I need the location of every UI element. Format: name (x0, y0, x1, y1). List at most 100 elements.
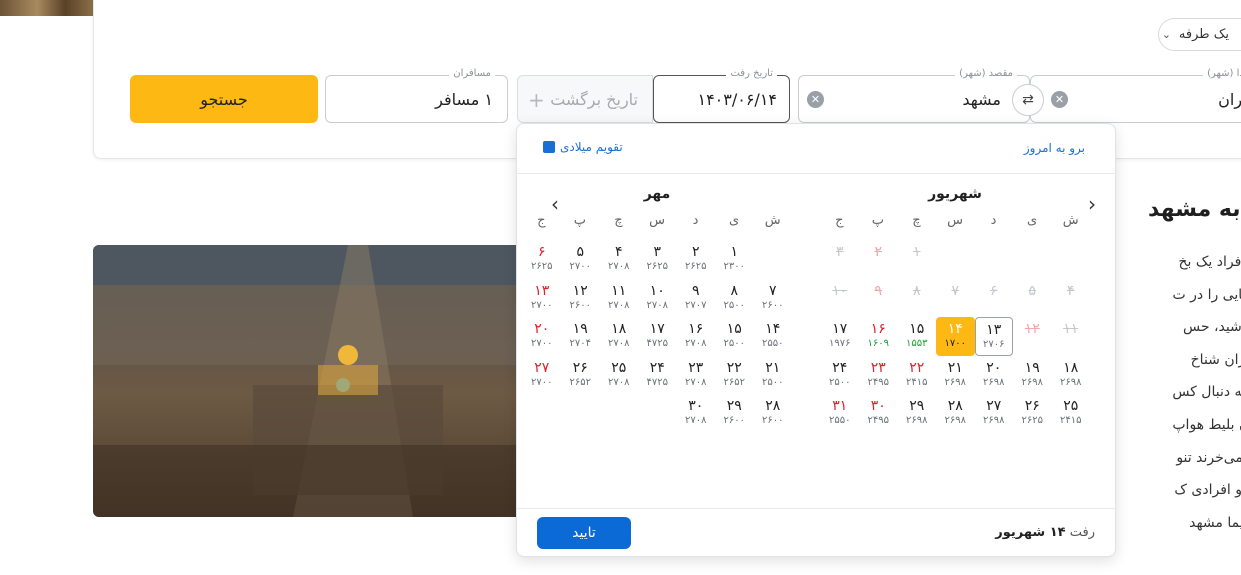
day-cell[interactable]: ۱۳ ۲۷۰۶ (974, 317, 1013, 356)
day-cell[interactable]: ۲۹ ۲۶۹۸ (898, 394, 937, 433)
day-number: ۶ (989, 282, 998, 299)
day-price: ۲۶۹۸ (906, 415, 928, 426)
day-cell[interactable]: ۲۳ ۲۷۰۸ (677, 356, 716, 395)
day-cell[interactable]: ۱۱ ۲۷۰۸ (600, 279, 639, 318)
day-cell[interactable]: ۱۴ ۲۵۵۰ (754, 317, 793, 356)
day-cell[interactable]: ۱۶ ۱۶۰۹ (859, 317, 898, 356)
weekday-label: ی (1027, 213, 1038, 228)
depart-date-field[interactable]: تاریخ رفت ۱۴۰۳/۰۶/۱۴ (653, 68, 790, 123)
day-number: ۲۹ (726, 398, 742, 414)
day-price: ۲۷۰۰ (531, 376, 553, 388)
day-cell[interactable]: ۱۶ ۲۷۰۸ (677, 317, 716, 356)
day-cell: ۸ (898, 279, 937, 318)
day-cell[interactable]: ۸ ۲۵۰۰ (715, 279, 754, 318)
day-cell[interactable]: ۱۵ ۲۵۰۰ (715, 317, 754, 356)
day-cell[interactable]: ۲۸ ۲۶۰۰ (754, 394, 793, 433)
day-number: ۲ (691, 244, 700, 260)
day-cell: ۴ (1052, 279, 1091, 318)
day-number: ۲۵ (1063, 398, 1079, 414)
day-cell[interactable]: ۹ ۲۷۰۷ (677, 279, 716, 318)
day-cell: ۱۰ (821, 279, 860, 318)
day-cell[interactable]: ۱۹ ۲۶۹۸ (1013, 356, 1052, 395)
clear-origin-icon[interactable]: ✕ (1051, 91, 1068, 108)
month-mehr: مهر ش ی د س چ پ ج ۱ ۲۳۰۰ ۲ ۲۶۲۵ ۳ ۲۶۲۵ ۴ ۲۷۰۸ ۵ ۲… (522, 186, 792, 433)
weekday-row: ش ی د س چ پ ج (820, 210, 1090, 240)
day-cell[interactable]: ۳۱ ۲۵۵۰ (821, 394, 860, 433)
day-cell[interactable]: ۲۵ ۲۷۰۸ (600, 356, 639, 395)
day-number: ۱۶ (870, 321, 886, 337)
day-cell[interactable]: ۲۸ ۲۶۹۸ (936, 394, 975, 433)
day-number: ۱۳ (986, 322, 1002, 338)
day-price: ۲۷۰۸ (608, 338, 630, 349)
day-cell[interactable]: ۲۱ ۲۵۰۰ (754, 356, 793, 395)
day-cell[interactable]: ۲۴ ۴۷۲۵ (638, 356, 677, 395)
day-price: ۲۷۰۴ (569, 338, 591, 349)
day-cell[interactable]: ۲۷ ۲۷۰۰ (523, 356, 562, 395)
day-cell[interactable]: ۲۲ ۲۶۵۲ (715, 356, 754, 395)
day-number: ۳ (835, 244, 844, 260)
return-date-field[interactable]: تاریخ برگشت + (517, 75, 653, 123)
trip-type-select[interactable]: یک طرفه ⌄ (1158, 18, 1241, 51)
day-cell[interactable]: ۱۰ ۲۷۰۸ (638, 279, 677, 318)
day-cell[interactable]: ۳۰ ۲۷۰۸ (677, 394, 716, 433)
day-cell[interactable]: ۲۹ ۲۶۰۰ (715, 394, 754, 433)
day-number: ۱ (730, 244, 739, 260)
day-cell[interactable]: ۲۰ ۲۷۰۰ (523, 317, 562, 356)
destination-field[interactable]: مقصد (شهر) مشهد ✕ (798, 68, 1030, 123)
day-cell[interactable]: ۱۸ ۲۷۰۸ (600, 317, 639, 356)
day-cell[interactable]: ۲۶ ۲۶۲۵ (1013, 394, 1052, 433)
gregorian-toggle-label: تقویم میلادی (560, 140, 623, 154)
day-price: ۲۶۵۲ (723, 376, 745, 388)
day-price: ۲۷۰۸ (608, 299, 630, 311)
day-price: ۲۶۰۰ (762, 299, 784, 311)
day-cell: ۱۱ (1052, 317, 1091, 356)
day-number: ۲۶ (1024, 398, 1040, 414)
swap-cities-button[interactable]: ⇄ (1012, 84, 1044, 116)
weekday-label: پ (573, 213, 586, 228)
day-price: ۲۶۰۰ (723, 415, 745, 426)
day-number: ۹ (691, 282, 700, 299)
gregorian-calendar-toggle[interactable]: تقویم میلادی (543, 140, 623, 154)
day-number: ۳۰ (870, 398, 886, 414)
day-cell[interactable]: ۲۳ ۲۴۹۵ (859, 356, 898, 395)
day-cell[interactable]: ۲ ۲۶۲۵ (677, 240, 716, 279)
origin-field[interactable]: مبدا (شهر) تهران ✕ (1030, 68, 1241, 123)
day-cell[interactable]: ۱۲ ۲۶۰۰ (561, 279, 600, 318)
day-cell[interactable]: ۳۰ ۲۴۹۵ (859, 394, 898, 433)
day-cell[interactable]: ۱۹ ۲۷۰۴ (561, 317, 600, 356)
day-cell[interactable]: ۲۰ ۲۶۹۸ (975, 356, 1014, 395)
weekday-label: ی (729, 213, 740, 228)
day-cell[interactable]: ۲۷ ۲۶۹۸ (975, 394, 1014, 433)
day-price: ۱۷۰۰ (944, 338, 966, 349)
day-cell[interactable]: ۱۴ ۱۷۰۰ (936, 317, 975, 356)
day-cell[interactable]: ۲۵ ۲۴۱۵ (1052, 394, 1091, 433)
calendar-icon (543, 141, 555, 153)
day-cell[interactable]: ۲۲ ۲۴۱۵ (898, 356, 937, 395)
day-cell[interactable]: ۱۸ ۲۶۹۸ (1052, 356, 1091, 395)
day-cell[interactable]: ۱۳ ۲۷۰۰ (523, 279, 562, 318)
day-cell[interactable]: ۷ ۲۶۰۰ (754, 279, 793, 318)
weekday-label: س (649, 213, 665, 228)
day-price: ۱۹۷۶ (829, 338, 851, 349)
day-cell[interactable]: ۲۶ ۲۶۵۲ (561, 356, 600, 395)
passengers-field[interactable]: مسافران ۱ مسافر (325, 68, 508, 123)
day-cell[interactable]: ۱۷ ۱۹۷۶ (821, 317, 860, 356)
day-cell[interactable]: ۱۷ ۴۷۲۵ (638, 317, 677, 356)
day-price: ۲۵۵۰ (829, 415, 851, 426)
day-cell[interactable]: ۳ ۲۶۲۵ (638, 240, 677, 279)
day-cell[interactable]: ۶ ۲۶۲۵ (523, 240, 562, 279)
goto-today-link[interactable]: برو به امروز (1024, 141, 1085, 155)
day-price: ۲۷۰۰ (531, 338, 553, 349)
day-price: ۴۷۲۵ (646, 338, 668, 349)
confirm-button[interactable]: تایید (537, 517, 631, 549)
day-cell[interactable]: ۲۴ ۲۵۰۰ (821, 356, 860, 395)
day-cell[interactable]: ۵ ۲۷۰۰ (561, 240, 600, 279)
day-cell[interactable]: ۱۵ ۱۵۵۳ (898, 317, 937, 356)
clear-destination-icon[interactable]: ✕ (807, 91, 824, 108)
day-number: ۲ (874, 244, 883, 260)
day-cell[interactable]: ۱ ۲۳۰۰ (715, 240, 754, 279)
day-price: ۲۶۹۸ (983, 415, 1005, 426)
day-cell[interactable]: ۴ ۲۷۰۸ (600, 240, 639, 279)
search-button[interactable]: جستجو (130, 75, 318, 123)
day-cell[interactable]: ۲۱ ۲۶۹۸ (936, 356, 975, 395)
